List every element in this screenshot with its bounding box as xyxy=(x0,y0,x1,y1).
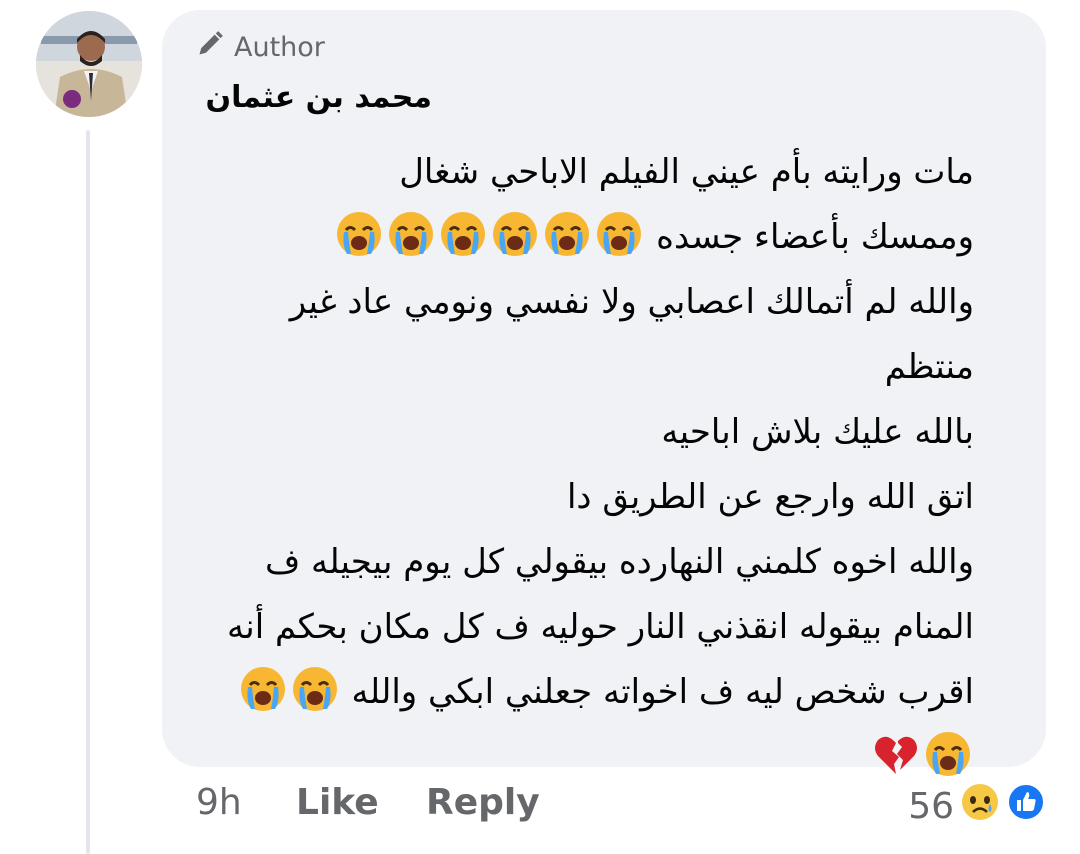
comment-line: وممسك بأعضاء جسده xyxy=(184,205,974,270)
broken-heart-icon xyxy=(872,730,920,778)
comment-line: والله اخوه كلمني النهارده بيقولي كل يوم … xyxy=(264,542,974,582)
crying-face-icon xyxy=(543,210,591,258)
crying-face-icon xyxy=(291,665,339,713)
timestamp[interactable]: 9h xyxy=(196,782,296,823)
crying-face-icon xyxy=(439,210,487,258)
comment-line: المنام بيقوله انقذني النار حوليه ف كل مك… xyxy=(227,607,974,647)
comment-text: مات ورايته بأم عيني الفيلم الاباحي شغال … xyxy=(184,140,974,790)
author-avatar[interactable] xyxy=(36,11,142,117)
comment-line xyxy=(184,725,974,790)
crying-face-icon xyxy=(387,210,435,258)
crying-face-icon xyxy=(239,665,287,713)
reaction-count: 56 xyxy=(908,786,954,827)
like-reaction-icon xyxy=(1006,782,1046,831)
comment-line: مات ورايته بأم عيني الفيلم الاباحي شغال xyxy=(399,152,974,192)
like-button[interactable]: Like xyxy=(296,782,426,823)
comment-actions: 9h Like Reply xyxy=(196,782,540,823)
comment-line: اتق الله وارجع عن الطريق دا xyxy=(566,477,974,517)
crying-face-icon xyxy=(595,210,643,258)
comment-line: اقرب شخص ليه ف اخواته جعلني ابكي والله xyxy=(184,660,974,725)
crying-face-icon xyxy=(924,730,972,778)
comment-line: بالله عليك بلاش اباحيه xyxy=(661,412,974,452)
reply-button[interactable]: Reply xyxy=(426,782,540,823)
crying-face-icon xyxy=(491,210,539,258)
author-name[interactable]: محمد بن عثمان xyxy=(196,80,432,115)
author-badge: Author xyxy=(196,30,325,65)
sad-face-reaction-icon xyxy=(960,782,1000,831)
thread-line xyxy=(86,130,90,854)
reaction-summary[interactable]: 56 xyxy=(908,782,1046,831)
pencil-icon xyxy=(196,30,224,65)
crying-face-icon xyxy=(335,210,383,258)
comment-line: والله لم أتمالك اعصابي ولا نفسي ونومي عا… xyxy=(289,282,974,322)
comment-line: منتظم xyxy=(884,347,974,387)
author-badge-label: Author xyxy=(234,32,325,63)
